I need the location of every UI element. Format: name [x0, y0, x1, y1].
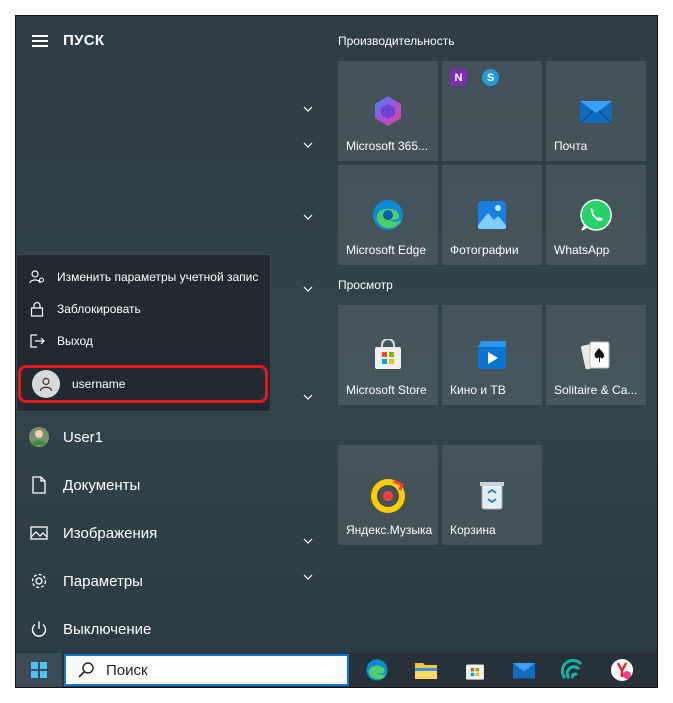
change-account-settings-label: Изменить параметры учетной запис	[57, 270, 259, 284]
tile-label: Фотографии	[450, 243, 519, 257]
hamburger-menu-icon[interactable]	[32, 35, 48, 47]
solitaire-icon	[578, 337, 614, 373]
tile-label: Корзина	[450, 523, 496, 537]
start-title: ПУСК	[63, 32, 105, 49]
nav-settings[interactable]: Параметры	[16, 557, 271, 605]
store-icon	[370, 337, 406, 373]
user-avatar-icon	[16, 426, 62, 448]
chevron-down-icon[interactable]	[302, 285, 314, 293]
change-account-settings-item[interactable]: Изменить параметры учетной запис	[17, 262, 272, 292]
image-icon	[16, 526, 62, 540]
chevron-down-icon[interactable]	[302, 141, 314, 149]
search-icon	[78, 662, 94, 678]
app-icon	[561, 658, 583, 680]
tile-label: Кино и ТВ	[450, 383, 506, 397]
nav-pictures[interactable]: Изображения	[16, 509, 271, 557]
taskbar-edge[interactable]	[355, 653, 399, 687]
store-icon	[466, 664, 484, 680]
start-left-column: ПУСК Изменить параметры учетной запис За…	[16, 16, 271, 653]
start-button[interactable]	[16, 653, 62, 687]
movies-tv-icon	[474, 337, 510, 373]
yandex-music-icon	[370, 477, 406, 513]
sign-out-item[interactable]: Выход	[17, 326, 272, 356]
file-explorer-icon	[415, 663, 437, 679]
onenote-icon: N	[450, 69, 467, 86]
chevron-down-icon[interactable]	[302, 105, 314, 113]
mail-icon	[578, 93, 614, 129]
tile-yandex-music[interactable]: Яндекс.Музыка	[338, 445, 438, 545]
tile-label: WhatsApp	[554, 243, 610, 257]
windows-icon	[31, 662, 47, 678]
start-menu: ПУСК Изменить параметры учетной запис За…	[16, 16, 657, 687]
nav-documents-label: Документы	[63, 476, 141, 494]
nav-pictures-label: Изображения	[63, 524, 158, 542]
whatsapp-icon	[578, 197, 614, 233]
group-label-browse[interactable]: Просмотр	[338, 278, 393, 292]
account-settings-icon	[17, 269, 57, 285]
taskbar-app[interactable]	[551, 653, 595, 687]
sign-out-icon	[17, 333, 57, 349]
tile-solitaire[interactable]: Solitaire & Ca...	[546, 305, 646, 405]
document-icon	[16, 476, 62, 494]
chevron-down-icon[interactable]	[302, 537, 314, 545]
tile-mail[interactable]: Почта	[546, 61, 646, 161]
lock-icon	[17, 301, 57, 317]
microsoft-365-icon	[370, 93, 406, 129]
tile-label: Microsoft 365...	[346, 139, 429, 153]
nav-user1-label: User1	[63, 428, 104, 446]
tile-microsoft-365[interactable]: Microsoft 365...	[338, 61, 438, 161]
chevron-down-icon[interactable]	[302, 573, 314, 581]
tile-label: Microsoft Edge	[346, 243, 427, 257]
tile-microsoft-store[interactable]: Microsoft Store	[338, 305, 438, 405]
taskbar-mail[interactable]	[502, 653, 546, 687]
edge-icon	[366, 659, 388, 681]
nav-power[interactable]: Выключение	[16, 605, 271, 653]
search-placeholder: Поиск	[106, 661, 148, 679]
chevron-down-icon[interactable]	[302, 393, 314, 401]
tile-label: Microsoft Store	[346, 383, 427, 397]
taskbar: Поиск	[16, 653, 657, 687]
yandex-browser-icon	[611, 659, 633, 681]
tile-label: Яндекс.Музыка	[346, 523, 433, 537]
tile-recycle-bin[interactable]: Корзина	[442, 445, 542, 545]
taskbar-store[interactable]	[453, 653, 497, 687]
nav-user1[interactable]: User1	[16, 413, 271, 461]
recycle-bin-icon	[474, 477, 510, 513]
taskbar-yandex-browser[interactable]	[600, 653, 644, 687]
edge-icon	[370, 197, 406, 233]
taskbar-file-explorer[interactable]	[404, 653, 448, 687]
nav-power-label: Выключение	[63, 620, 152, 638]
lock-label: Заблокировать	[57, 302, 141, 316]
group-label-productivity[interactable]: Производительность	[338, 34, 454, 48]
other-user-button[interactable]: username	[18, 365, 268, 403]
search-input[interactable]: Поиск	[64, 654, 349, 686]
gear-icon	[16, 572, 62, 590]
photos-icon	[474, 197, 510, 233]
user-icon	[32, 370, 60, 398]
tile-label: Почта	[554, 139, 588, 153]
skype-icon: S	[482, 69, 499, 86]
chevron-down-icon[interactable]	[302, 213, 314, 221]
tile-onenote-skype[interactable]: N S	[442, 61, 542, 161]
mail-icon	[512, 663, 536, 679]
other-user-label: username	[72, 377, 126, 391]
tile-label: Solitaire & Ca...	[554, 383, 638, 397]
nav-documents[interactable]: Документы	[16, 461, 271, 509]
power-icon	[16, 620, 62, 638]
tile-edge[interactable]: Microsoft Edge	[338, 165, 438, 265]
lock-item[interactable]: Заблокировать	[17, 294, 272, 324]
nav-settings-label: Параметры	[63, 572, 143, 590]
tile-movies-tv[interactable]: Кино и ТВ	[442, 305, 542, 405]
tile-photos[interactable]: Фотографии	[442, 165, 542, 265]
tile-whatsapp[interactable]: WhatsApp	[546, 165, 646, 265]
sign-out-label: Выход	[57, 334, 93, 348]
